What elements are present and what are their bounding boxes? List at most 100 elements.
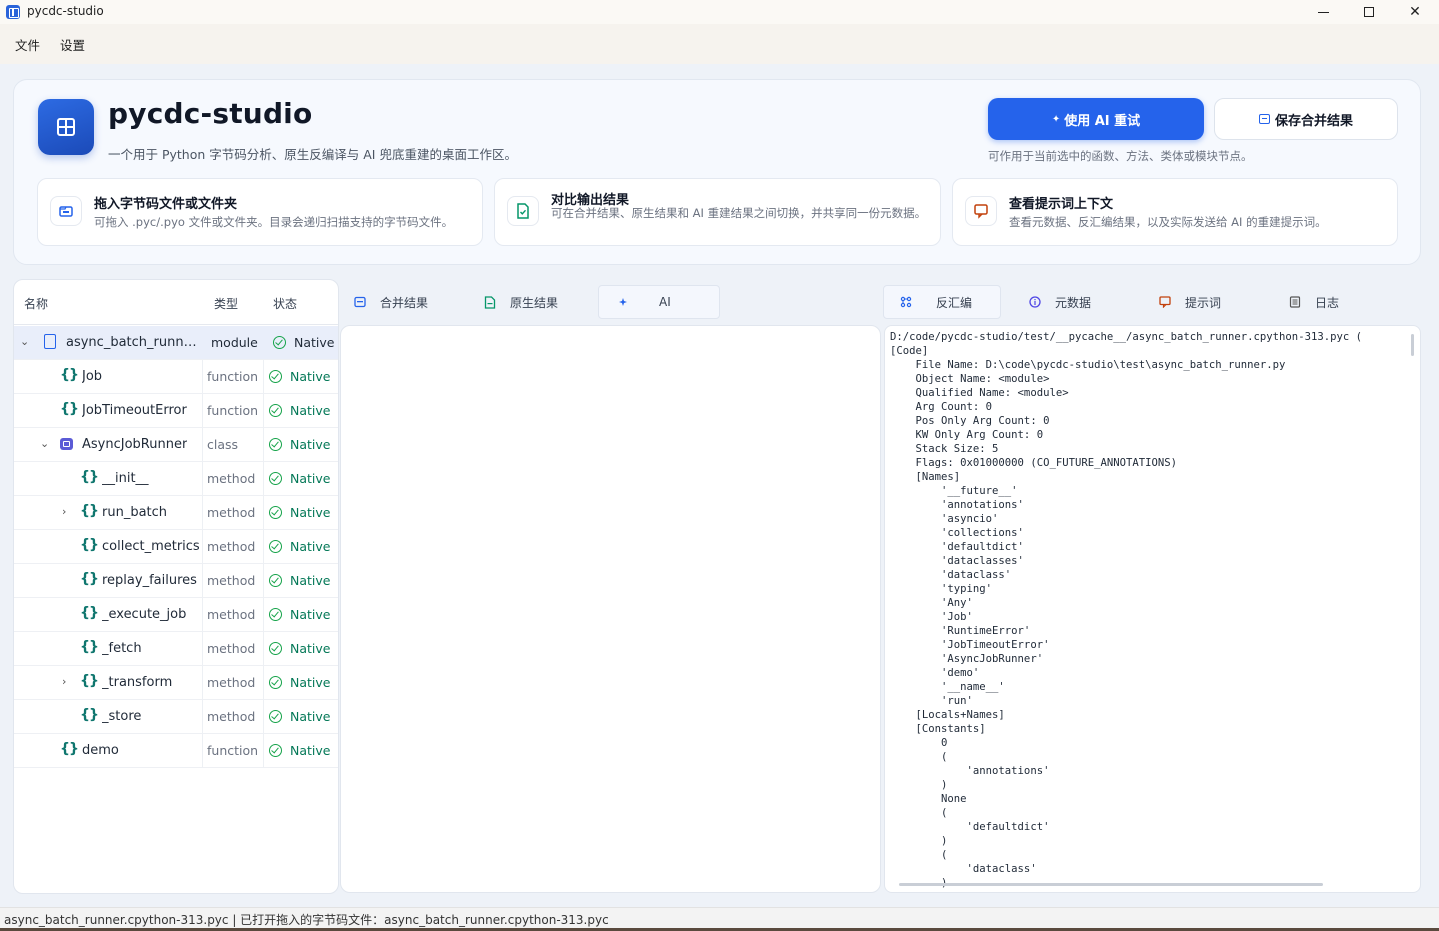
ai-retry-label: 使用 AI 重试 <box>1064 113 1141 129</box>
tab-disassembly-label: 反汇编 <box>936 295 973 310</box>
feature-description: 可在合并结果、原生结果和 AI 重建结果之间切换，并共享同一份元数据。 <box>551 206 927 220</box>
tab-ai[interactable]: AI <box>598 285 720 319</box>
window-title: pycdc-studio <box>27 4 104 18</box>
tab-merged[interactable]: 合并结果 <box>354 285 474 319</box>
tree-row-name: demo <box>82 743 119 758</box>
tree-row-type: function <box>207 369 259 384</box>
vertical-scrollbar[interactable] <box>1411 334 1414 356</box>
tab-metadata-label: 元数据 <box>1055 295 1092 310</box>
tree-row-status: Native <box>290 641 331 656</box>
tab-native-label: 原生结果 <box>510 295 559 310</box>
tree-row-type: module <box>211 335 258 350</box>
feature-title: 拖入字节码文件或文件夹 <box>94 197 238 212</box>
tree-header: 名称 类型 状态 <box>14 280 338 325</box>
tree-row-name: _fetch <box>102 641 142 656</box>
document-icon <box>507 196 539 226</box>
tab-log[interactable]: 日志 <box>1289 285 1409 319</box>
column-name[interactable]: 名称 <box>24 295 48 312</box>
tree-row[interactable]: ⌄ AsyncJobRunner class Native <box>14 428 338 462</box>
tree-row[interactable]: {} replay_failures method Native <box>14 564 338 598</box>
tree-row-type: method <box>207 471 256 486</box>
check-circle-icon <box>269 608 282 621</box>
feature-card-drop[interactable]: 拖入字节码文件或文件夹 可拖入 .pyc/.pyo 文件或文件夹。目录会递归扫描… <box>37 178 483 246</box>
tree-row-status: Native <box>290 743 331 758</box>
tree-row-type: method <box>207 573 256 588</box>
function-icon: {} <box>80 707 99 723</box>
feature-card-compare[interactable]: 对比输出结果 可在合并结果、原生结果和 AI 重建结果之间切换，并共享同一份元数… <box>494 178 941 246</box>
ai-retry-button[interactable]: ✦ 使用 AI 重试 <box>988 98 1204 140</box>
menu-file[interactable]: 文件 <box>15 35 40 54</box>
check-circle-icon <box>269 676 282 689</box>
tab-log-label: 日志 <box>1315 295 1340 310</box>
chevron-right-icon[interactable]: › <box>62 505 66 518</box>
tree-row[interactable]: ⌄ async_batch_runner.c... module Native <box>14 326 338 360</box>
tree-row-name: _transform <box>102 675 173 690</box>
function-icon: {} <box>60 741 79 757</box>
symbol-tree: 名称 类型 状态 ⌄ async_batch_runner.c... modul… <box>13 279 339 894</box>
chevron-down-icon[interactable]: ⌄ <box>40 437 49 450</box>
tree-row[interactable]: › {} run_batch method Native <box>14 496 338 530</box>
check-circle-icon <box>269 506 282 519</box>
tree-row-status: Native <box>290 573 331 588</box>
menu-bar: 文件 设置 <box>0 24 1439 64</box>
tree-row-type: method <box>207 675 256 690</box>
chevron-right-icon[interactable]: › <box>62 675 66 688</box>
ai-hint: 可作用于当前选中的函数、方法、类体或模块节点。 <box>988 149 1253 163</box>
function-icon: {} <box>80 673 99 689</box>
feature-description: 可拖入 .pyc/.pyo 文件或文件夹。目录会递归扫描支持的字节码文件。 <box>94 215 454 229</box>
disassembly-icon <box>900 296 912 308</box>
tree-row-name: run_batch <box>102 505 168 520</box>
check-circle-icon <box>269 370 282 383</box>
tree-row[interactable]: {} _store method Native <box>14 700 338 734</box>
tree-row-name: __init__ <box>102 471 149 486</box>
check-circle-icon <box>269 472 282 485</box>
tree-row[interactable]: {} collect_metrics method Native <box>14 530 338 564</box>
tree-row-type: class <box>207 437 239 452</box>
tree-row[interactable]: {} Job function Native <box>14 360 338 394</box>
check-circle-icon <box>269 574 282 587</box>
tree-row-status: Native <box>290 675 331 690</box>
function-icon: {} <box>80 639 99 655</box>
check-circle-icon <box>269 438 282 451</box>
close-button[interactable]: ✕ <box>1392 0 1438 24</box>
save-merged-button[interactable]: 保存合并结果 <box>1214 98 1398 140</box>
tree-row-type: method <box>207 539 256 554</box>
tree-row-status: Native <box>294 335 335 350</box>
tree-row-status: Native <box>290 369 331 384</box>
horizontal-scrollbar[interactable] <box>899 883 1323 886</box>
tree-row-status: Native <box>290 403 331 418</box>
tree-row-type: function <box>207 743 259 758</box>
column-status[interactable]: 状态 <box>273 295 297 312</box>
tree-row[interactable]: {} demo function Native <box>14 734 338 768</box>
maximize-button[interactable] <box>1346 0 1392 24</box>
tree-row[interactable]: {} __init__ method Native <box>14 462 338 496</box>
column-type[interactable]: 类型 <box>214 295 238 312</box>
save-icon <box>1258 114 1270 124</box>
tab-metadata[interactable]: 元数据 <box>1029 285 1149 319</box>
sparkle-icon <box>617 296 629 308</box>
tree-row-type: method <box>207 505 256 520</box>
tab-prompt[interactable]: 提示词 <box>1159 285 1279 319</box>
check-circle-icon <box>269 710 282 723</box>
tree-row[interactable]: › {} _transform method Native <box>14 666 338 700</box>
tree-row-name: Job <box>82 369 103 384</box>
tree-row-type: function <box>207 403 259 418</box>
chevron-down-icon[interactable]: ⌄ <box>20 335 29 348</box>
disassembly-view[interactable]: D:/code/pycdc-studio/test/__pycache__/as… <box>884 325 1421 893</box>
tab-disassembly[interactable]: 反汇编 <box>883 285 1001 319</box>
tree-row[interactable]: {} _execute_job method Native <box>14 598 338 632</box>
folder-icon <box>50 196 82 226</box>
tab-native[interactable]: 原生结果 <box>484 285 604 319</box>
feature-card-prompt[interactable]: 查看提示词上下文 查看元数据、反汇编结果，以及实际发送给 AI 的重建提示词。 <box>952 178 1398 246</box>
app-name: pycdc-studio <box>108 97 313 130</box>
menu-settings[interactable]: 设置 <box>60 35 85 54</box>
feature-description: 查看元数据、反汇编结果，以及实际发送给 AI 的重建提示词。 <box>1009 215 1327 229</box>
output-tabs: 合并结果 原生结果 AI <box>340 285 881 319</box>
tree-row[interactable]: {} JobTimeoutError function Native <box>14 394 338 428</box>
output-editor[interactable] <box>340 325 881 893</box>
minimize-button[interactable] <box>1300 0 1346 24</box>
check-circle-icon <box>269 540 282 553</box>
tree-row[interactable]: {} _fetch method Native <box>14 632 338 666</box>
tree-row-status: Native <box>290 709 331 724</box>
app-description: 一个用于 Python 字节码分析、原生反编译与 AI 兜底重建的桌面工作区。 <box>108 147 517 162</box>
